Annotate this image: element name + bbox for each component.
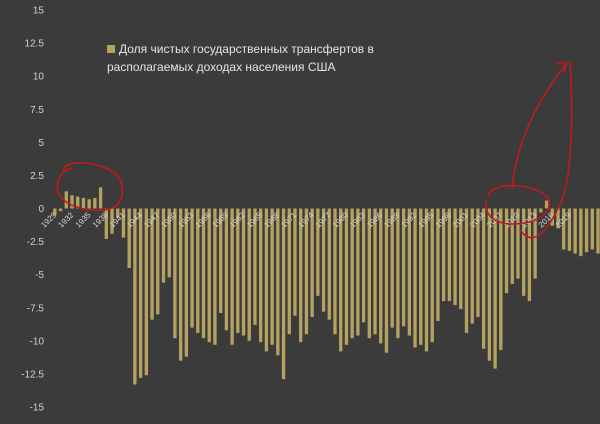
legend-swatch [107, 45, 115, 53]
bar-2015 [544, 200, 549, 209]
y-tick-label: -2.5 [27, 237, 45, 248]
bar-1987 [384, 208, 389, 353]
bar-2004 [482, 208, 486, 349]
bar-1968 [276, 208, 280, 356]
bar-2001 [464, 208, 469, 333]
y-tick-label: 12.5 [25, 39, 45, 50]
bar-2007 [499, 208, 503, 351]
bar-1937 [98, 187, 103, 209]
legend: Доля чистых государственных трансфертов … [107, 42, 374, 74]
bar-1985 [373, 208, 377, 335]
bar-1947 [156, 208, 160, 315]
y-tick-label: -7.5 [27, 303, 45, 314]
bar-1955 [201, 208, 206, 339]
bar-1969 [281, 208, 286, 380]
bar-1983 [361, 208, 366, 323]
legend-label-line-1: Доля чистых государственных трансфертов … [119, 42, 374, 56]
bar-1986 [379, 208, 383, 344]
bar-1944 [138, 208, 143, 378]
y-tick-label: -5 [35, 270, 44, 281]
bar-2020 [573, 208, 577, 254]
bar-2005 [487, 208, 492, 361]
y-tick-label: -15 [30, 403, 45, 414]
bar-1943 [133, 208, 137, 385]
legend-label-line-2: располагаемых доходах населения США [107, 60, 336, 74]
bar-1931 [64, 191, 68, 209]
bar-1979 [339, 208, 343, 352]
bar-1951 [178, 208, 183, 361]
bar-1992 [413, 208, 417, 348]
bar-1935 [87, 199, 91, 209]
bar-1952 [184, 208, 189, 357]
bar-2006 [493, 208, 497, 369]
bar-1995 [430, 208, 434, 343]
bar-1936 [93, 197, 97, 209]
bar-1953 [190, 208, 194, 328]
y-tick-label: 0 [38, 204, 44, 215]
bar-1967 [270, 208, 274, 345]
bar-1989 [396, 208, 400, 339]
y-tick-label: 15 [33, 6, 45, 17]
bar-1950 [173, 208, 177, 339]
bar-undefined [590, 208, 594, 250]
annotation-arrow-right [511, 63, 567, 189]
bar-1962 [241, 208, 246, 336]
y-tick-label: -12.5 [21, 369, 44, 380]
y-tick-label: 10 [33, 72, 45, 83]
bar-1980 [344, 208, 349, 345]
y-tick-label: 5 [38, 138, 44, 149]
bar-1970 [287, 208, 291, 335]
bar-undefined [584, 208, 589, 253]
bar-1956 [207, 208, 211, 343]
bar-1973 [304, 208, 309, 335]
bar-1974 [310, 208, 314, 318]
y-tick-label: 2.5 [30, 171, 44, 182]
x-tick-label: 1935 [74, 210, 93, 229]
bar-2014 [539, 208, 543, 213]
bar-1934 [81, 197, 86, 209]
bar-1994 [424, 208, 429, 352]
bar-undefined [579, 208, 583, 257]
bar-1945 [144, 208, 148, 376]
bar-1982 [356, 208, 360, 336]
y-tick-label: -10 [30, 336, 45, 347]
chart: 15 12.5 10 7.5 5 2.5 0 -2.5 -5 -7.5 -10 -12.5 -15 19… [21, 6, 600, 414]
y-axis: 15 12.5 10 7.5 5 2.5 0 -2.5 -5 -7.5 -10 -12.5 -15 [21, 6, 44, 414]
y-tick-label: 7.5 [30, 105, 44, 116]
bar-1991 [407, 208, 411, 336]
bar-1966 [264, 208, 269, 352]
bar-1959 [224, 208, 229, 331]
bar-1977 [327, 208, 331, 320]
bar-undefined [596, 208, 600, 254]
bar-1965 [259, 208, 263, 343]
x-tick-label: 1932 [56, 210, 75, 229]
bar-1930 [58, 208, 63, 212]
bar-1971 [293, 208, 297, 316]
